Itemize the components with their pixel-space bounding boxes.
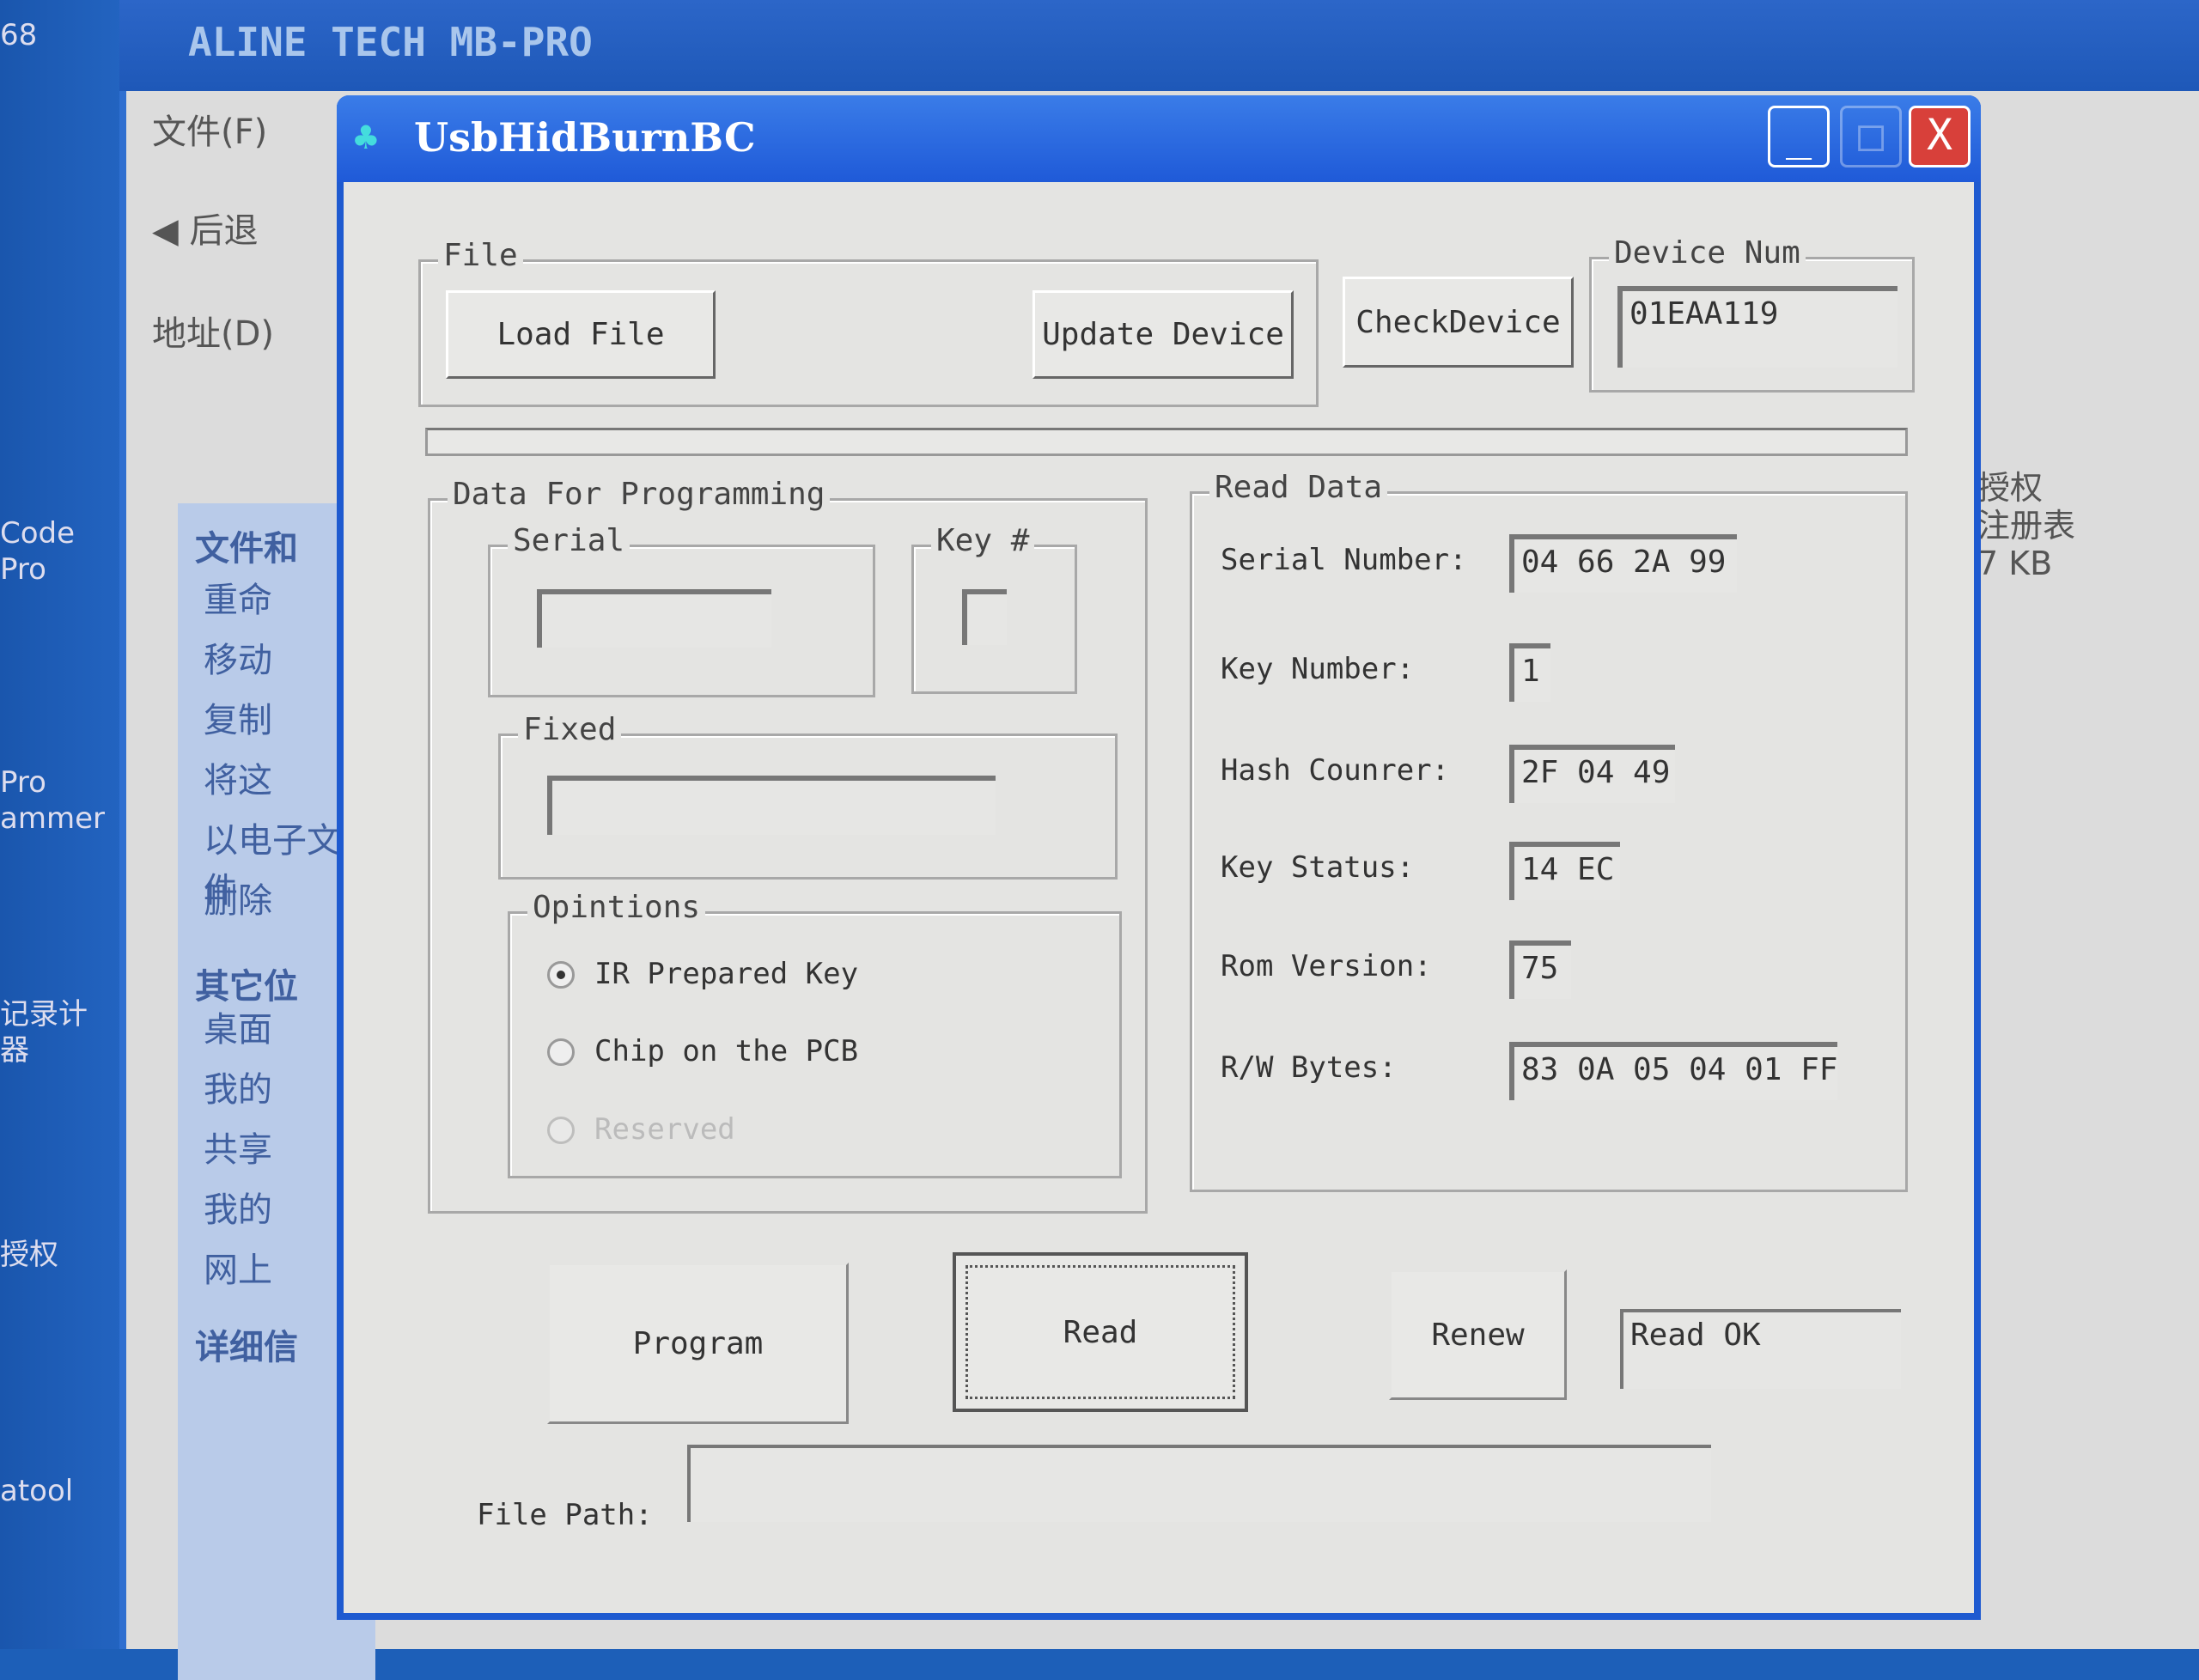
- rom-version-field: 75: [1509, 940, 1571, 999]
- rw-bytes-label: R/W Bytes:: [1221, 1050, 1397, 1085]
- back-arrow-icon: ◀: [152, 211, 190, 251]
- dialog-title-bar[interactable]: ♣ UsbHidBurnBC _ □ X: [337, 95, 1981, 182]
- program-button[interactable]: Program: [547, 1263, 849, 1424]
- check-device-button[interactable]: CheckDevice: [1343, 277, 1574, 368]
- read-button[interactable]: Read: [953, 1252, 1248, 1412]
- side-item[interactable]: 以电子文件: [204, 813, 350, 910]
- desktop-icon-programmer[interactable]: Pro ammer: [0, 764, 105, 837]
- serial-number-field: 04 66 2A 99: [1509, 534, 1737, 593]
- side-item[interactable]: 共享: [204, 1122, 350, 1182]
- hash-counter-label: Hash Counrer:: [1221, 753, 1450, 788]
- key-number-field: 1: [1509, 643, 1550, 702]
- serial-input[interactable]: [537, 589, 771, 648]
- file-type: 注册表: [1977, 507, 2076, 545]
- load-file-button[interactable]: Load File: [446, 290, 716, 379]
- options-group-label: Opintions: [527, 890, 706, 925]
- read-group-label: Read Data: [1209, 470, 1388, 505]
- explorer-title-bar: ALINE TECH MB-PRO: [119, 0, 2199, 91]
- update-device-button[interactable]: Update Device: [1032, 290, 1294, 379]
- key-group-label: Key #: [931, 523, 1035, 558]
- side-item[interactable]: 重命: [204, 572, 350, 632]
- menu-file[interactable]: 文件(F): [152, 104, 267, 154]
- device-num-label: Device Num: [1609, 235, 1806, 271]
- status-field: Read OK: [1620, 1309, 1901, 1389]
- desktop-icon-code-pro[interactable]: Code Pro: [0, 515, 75, 587]
- radio-label: IR Prepared Key: [594, 957, 859, 991]
- app-icon: ♣: [354, 114, 378, 161]
- usbhidburn-dialog: ♣ UsbHidBurnBC _ □ X File Load File Upda…: [337, 95, 1981, 1620]
- side-item[interactable]: 网上: [204, 1242, 350, 1302]
- side-item[interactable]: 将这: [204, 752, 350, 813]
- data-group-label: Data For Programming: [448, 477, 831, 512]
- file-group-label: File: [438, 238, 523, 273]
- explorer-title: ALINE TECH MB-PRO: [188, 19, 593, 65]
- file-item-license[interactable]: 授权 注册表 7 KB: [1977, 469, 2075, 582]
- rw-bytes-field: 83 0A 05 04 01 FF: [1509, 1042, 1837, 1100]
- side-item[interactable]: 我的: [204, 1062, 350, 1122]
- side-item[interactable]: 复制: [204, 692, 350, 752]
- minimize-button[interactable]: _: [1768, 106, 1830, 167]
- radio-label: Reserved: [594, 1112, 735, 1147]
- device-num-field[interactable]: 01EAA119: [1617, 286, 1897, 368]
- side-item[interactable]: 桌面: [204, 1001, 350, 1062]
- file-size: 7 KB: [1977, 545, 2053, 582]
- key-status-label: Key Status:: [1221, 850, 1415, 885]
- desktop-icon-license[interactable]: 授权: [0, 1237, 58, 1273]
- file-path-label: File Path:: [477, 1498, 653, 1532]
- fixed-input[interactable]: [547, 776, 996, 835]
- fixed-group-label: Fixed: [518, 712, 622, 747]
- key-status-field: 14 EC: [1509, 842, 1620, 900]
- radio-chip-on-pcb[interactable]: [547, 1038, 575, 1066]
- key-input[interactable]: [962, 589, 1007, 645]
- hash-counter-field: 2F 04 49: [1509, 745, 1675, 803]
- desktop-text: 68: [0, 18, 38, 52]
- close-button[interactable]: X: [1909, 106, 1971, 167]
- progress-bar: [425, 428, 1908, 456]
- key-number-label: Key Number:: [1221, 652, 1415, 686]
- renew-button[interactable]: Renew: [1389, 1269, 1567, 1400]
- side-item[interactable]: 移动: [204, 632, 350, 692]
- desktop-icon-atool[interactable]: atool: [0, 1473, 73, 1509]
- serial-number-label: Serial Number:: [1221, 543, 1467, 577]
- file-name: 授权: [1977, 469, 2044, 507]
- radio-reserved: [547, 1117, 575, 1144]
- radio-ir-prepared-key[interactable]: [547, 961, 575, 989]
- radio-label: Chip on the PCB: [594, 1034, 859, 1068]
- side-item[interactable]: 删除: [204, 873, 350, 933]
- back-label: 后退: [189, 211, 259, 251]
- dialog-title: UsbHidBurnBC: [414, 114, 756, 161]
- maximize-button: □: [1840, 106, 1902, 167]
- serial-group-label: Serial: [508, 523, 630, 558]
- dialog-client: File Load File Update Device CheckDevice…: [344, 182, 1974, 1613]
- back-button[interactable]: ◀ 后退: [152, 203, 258, 253]
- address-label: 地址(D): [152, 314, 275, 354]
- side-item[interactable]: 我的: [204, 1182, 350, 1242]
- file-path-field[interactable]: [687, 1445, 1711, 1522]
- rom-version-label: Rom Version:: [1221, 949, 1432, 983]
- desktop-icon-calculator[interactable]: 记录计 器: [0, 996, 88, 1068]
